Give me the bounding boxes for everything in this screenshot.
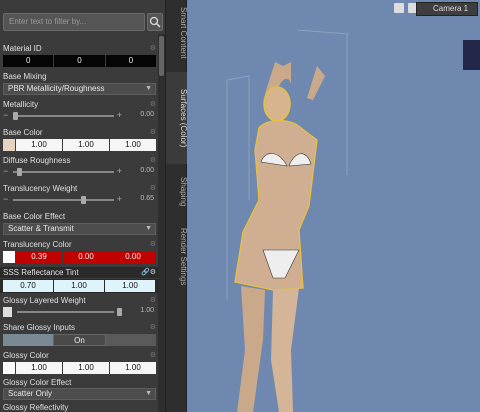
- gear-icon[interactable]: ⚙: [150, 99, 156, 110]
- surfaces-panel: Enter text to filter by... Material ID ⚙ …: [0, 0, 165, 412]
- value-cell[interactable]: 0.70: [3, 280, 53, 292]
- value-cell[interactable]: 1.00: [16, 362, 62, 374]
- share-glossy-toggle[interactable]: On: [3, 334, 156, 347]
- material-id-field[interactable]: 0 0 0: [3, 55, 156, 68]
- prop-label: Base Mixing: [3, 72, 47, 81]
- chevron-down-icon: ▼: [145, 390, 152, 397]
- texture-swatch[interactable]: [3, 139, 15, 151]
- chevron-down-icon: ▼: [145, 85, 152, 92]
- base-color-effect-dropdown[interactable]: Scatter & Transmit ▼: [3, 223, 156, 236]
- sss-tint-field[interactable]: 0.70 1.00 1.00: [0, 279, 158, 293]
- tab-render-settings[interactable]: Render Settings: [166, 222, 188, 292]
- metallicity-slider[interactable]: − +0.00: [3, 110, 156, 124]
- chevron-down-icon: ▼: [145, 225, 152, 232]
- app-window: Enter text to filter by... Material ID ⚙ …: [0, 0, 480, 412]
- base-mixing-dropdown[interactable]: PBR Metallicity/Roughness ▼: [3, 83, 156, 96]
- gear-icon[interactable]: ⚙: [150, 239, 156, 250]
- prop-label: Translucency Color ⚙: [3, 239, 156, 250]
- gear-icon[interactable]: ⚙: [150, 183, 156, 194]
- texture-swatch[interactable]: [3, 362, 15, 374]
- value-cell[interactable]: 0.00: [63, 251, 109, 263]
- gear-icon[interactable]: ⚙: [150, 295, 156, 306]
- value-cell[interactable]: 1.00: [110, 362, 156, 374]
- gear-icon[interactable]: ⚙: [150, 43, 156, 54]
- value-cell[interactable]: 1.00: [63, 139, 109, 151]
- 3d-viewport[interactable]: Camera 1: [187, 0, 480, 412]
- gear-icon[interactable]: ⚙: [150, 322, 156, 333]
- value-cell[interactable]: 0: [54, 55, 105, 67]
- tab-surfaces[interactable]: Surfaces (Color): [166, 72, 188, 164]
- value-cell[interactable]: 1.00: [63, 362, 109, 374]
- base-color-field[interactable]: 1.00 1.00 1.00: [3, 139, 156, 152]
- texture-swatch[interactable]: [3, 307, 12, 317]
- side-tabs: Smart Content Surfaces (Color) Shaping R…: [165, 0, 188, 412]
- value-cell[interactable]: 0: [3, 55, 54, 67]
- value-cell[interactable]: 1.00: [54, 280, 104, 292]
- figure-render: [226, 29, 480, 412]
- glossy-layered-weight-slider[interactable]: +1.00: [3, 306, 156, 320]
- prop-label: Diffuse Roughness ⚙: [3, 155, 156, 166]
- search-icon[interactable]: [147, 13, 163, 31]
- camera-dropdown[interactable]: Camera 1: [416, 2, 478, 16]
- prop-label: Glossy Reflectivity: [3, 403, 69, 412]
- prop-label: Share Glossy Inputs ⚙: [3, 322, 156, 333]
- diffuse-roughness-slider[interactable]: − +0.00: [3, 166, 156, 180]
- prop-label: Glossy Color ⚙: [3, 350, 156, 361]
- value-cell[interactable]: 1.00: [110, 139, 156, 151]
- view-icon[interactable]: [394, 3, 404, 13]
- gear-icon[interactable]: ⚙: [150, 350, 156, 361]
- search-input[interactable]: Enter text to filter by...: [3, 13, 145, 31]
- glossy-color-effect-dropdown[interactable]: Scatter Only ▼: [3, 388, 156, 401]
- tab-smart-content[interactable]: Smart Content: [166, 2, 188, 64]
- value-cell[interactable]: 1.00: [105, 280, 155, 292]
- value-cell[interactable]: 0.00: [110, 251, 156, 263]
- prop-label: Glossy Color Effect: [3, 378, 72, 387]
- value-cell[interactable]: 1.00: [16, 139, 62, 151]
- prop-label: Glossy Layered Weight ⚙: [3, 295, 156, 306]
- scrollbar[interactable]: [158, 34, 165, 412]
- prop-label: Metallicity ⚙: [3, 99, 156, 110]
- tab-shaping[interactable]: Shaping: [166, 172, 188, 212]
- value-cell[interactable]: 0.39: [16, 251, 62, 263]
- link-icon[interactable]: 🔗⚙: [141, 267, 156, 278]
- prop-label: Base Color ⚙: [3, 127, 156, 138]
- gear-icon[interactable]: ⚙: [150, 155, 156, 166]
- translucency-weight-slider[interactable]: − +0.65: [3, 194, 156, 208]
- prop-label: Translucency Weight ⚙: [3, 183, 156, 194]
- prop-label: Base Color Effect: [3, 212, 66, 221]
- gear-icon[interactable]: ⚙: [150, 127, 156, 138]
- value-cell[interactable]: 0: [105, 55, 156, 67]
- prop-label: SSS Reflectance Tint 🔗⚙: [0, 267, 158, 278]
- translucency-color-field[interactable]: 0.39 0.00 0.00: [3, 251, 156, 264]
- prop-label: Material ID ⚙: [3, 43, 156, 54]
- texture-swatch[interactable]: [3, 251, 15, 263]
- glossy-color-field[interactable]: 1.00 1.00 1.00: [3, 362, 156, 375]
- viewport-tools: [394, 3, 418, 13]
